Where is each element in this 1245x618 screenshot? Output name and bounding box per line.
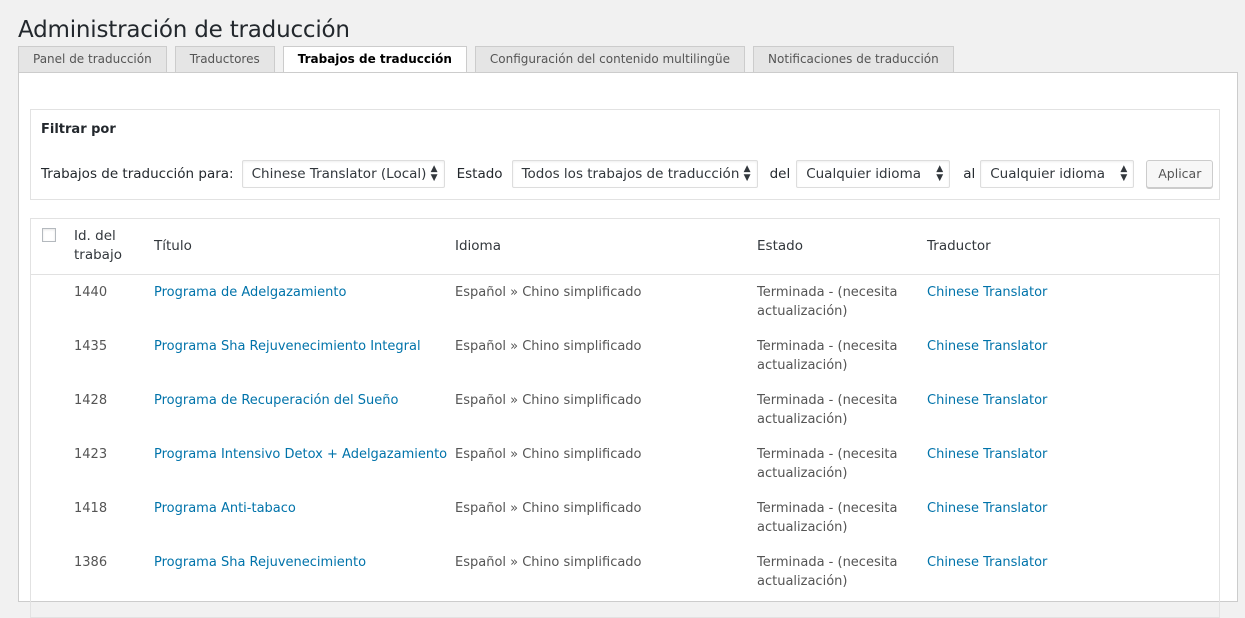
status-label: Estado bbox=[456, 166, 503, 182]
job-id: 1435 bbox=[74, 339, 108, 354]
job-status-line1: Terminada - (necesita bbox=[757, 285, 898, 300]
job-translator-link[interactable]: Chinese Translator bbox=[927, 391, 1047, 410]
jobs-for-label: Trabajos de traducción para: bbox=[41, 166, 234, 182]
header-job-id-line1: Id. del bbox=[74, 228, 116, 244]
job-language: Español » Chino simplificado bbox=[455, 501, 642, 516]
main-panel: Filtrar por Trabajos de traducción para:… bbox=[18, 72, 1238, 618]
job-id: 1386 bbox=[74, 555, 108, 570]
job-translator-link[interactable]: Chinese Translator bbox=[927, 445, 1047, 464]
job-status-line1: Terminada - (necesita bbox=[757, 393, 898, 408]
table-row: 1423 Programa Intensivo Detox + Adelgaza… bbox=[31, 445, 1219, 499]
job-translator-link[interactable]: Chinese Translator bbox=[927, 499, 1047, 518]
jobs-table: Id. del trabajo Título Idioma Estado Tra… bbox=[30, 218, 1220, 618]
tab-translators[interactable]: Traductores bbox=[174, 46, 275, 73]
header-language: Idioma bbox=[455, 238, 501, 254]
filter-box: Filtrar por Trabajos de traducción para:… bbox=[30, 109, 1220, 200]
table-row: 1428 Programa de Recuperación del Sueño … bbox=[31, 391, 1219, 445]
updown-arrows-icon: ▲ ▼ bbox=[1120, 164, 1128, 183]
table-row: 1386 Programa Sha Rejuvenecimiento Españ… bbox=[31, 553, 1219, 607]
job-language: Español » Chino simplificado bbox=[455, 447, 642, 462]
to-language-select[interactable]: Cualquier idioma ▲ ▼ bbox=[980, 160, 1135, 188]
job-status: Terminada - (necesita actualización) bbox=[757, 283, 897, 321]
job-status-line1: Terminada - (necesita bbox=[757, 447, 898, 462]
job-title-link[interactable]: Programa Anti-tabaco bbox=[154, 499, 296, 518]
from-language-select-value: Cualquier idioma bbox=[806, 166, 921, 182]
job-language: Español » Chino simplificado bbox=[455, 339, 642, 354]
job-status-line2: actualización) bbox=[757, 412, 848, 427]
translator-select[interactable]: Chinese Translator (Local) ▲ ▼ bbox=[241, 160, 445, 188]
apply-button[interactable]: Aplicar bbox=[1146, 160, 1214, 188]
status-select-value: Todos los trabajos de traducción bbox=[521, 166, 740, 182]
to-language-select-value: Cualquier idioma bbox=[990, 166, 1106, 182]
filter-row: Trabajos de traducción para: Chinese Tra… bbox=[41, 159, 1214, 189]
job-language: Español » Chino simplificado bbox=[455, 393, 642, 408]
tab-translation-notifications[interactable]: Notificaciones de traducción bbox=[753, 46, 954, 73]
job-id: 1423 bbox=[74, 447, 108, 462]
job-status-line2: actualización) bbox=[757, 358, 848, 373]
header-translator: Traductor bbox=[927, 238, 991, 254]
job-status: Terminada - (necesita actualización) bbox=[757, 553, 897, 591]
job-status: Terminada - (necesita actualización) bbox=[757, 337, 897, 375]
job-title-link[interactable]: Programa de Recuperación del Sueño bbox=[154, 391, 399, 410]
job-id: 1440 bbox=[74, 285, 108, 300]
updown-arrows-icon: ▲ ▼ bbox=[430, 164, 438, 183]
job-status: Terminada - (necesita actualización) bbox=[757, 391, 897, 429]
job-id: 1418 bbox=[74, 501, 108, 516]
job-status-line1: Terminada - (necesita bbox=[757, 555, 898, 570]
translator-select-value: Chinese Translator (Local) bbox=[251, 166, 427, 182]
job-status-line1: Terminada - (necesita bbox=[757, 501, 898, 516]
status-select[interactable]: Todos los trabajos de traducción ▲ ▼ bbox=[511, 160, 758, 188]
job-translator-link[interactable]: Chinese Translator bbox=[927, 553, 1047, 572]
table-row: 1435 Programa Sha Rejuvenecimiento Integ… bbox=[31, 337, 1219, 391]
from-language-label: del bbox=[769, 166, 791, 182]
tab-translation-jobs[interactable]: Trabajos de traducción bbox=[282, 46, 467, 74]
header-job-id-line2: trabajo bbox=[74, 247, 122, 263]
job-title-link[interactable]: Programa Sha Rejuvenecimiento Integral bbox=[154, 337, 421, 356]
job-translator-link[interactable]: Chinese Translator bbox=[927, 337, 1047, 356]
job-status-line2: actualización) bbox=[757, 520, 848, 535]
from-language-select[interactable]: Cualquier idioma ▲ ▼ bbox=[796, 160, 951, 188]
tab-multilingual-content-setup[interactable]: Configuración del contenido multilingüe bbox=[474, 46, 746, 73]
job-title-link[interactable]: Programa de Adelgazamiento bbox=[154, 283, 346, 302]
job-language: Español » Chino simplificado bbox=[455, 285, 642, 300]
table-header: Id. del trabajo Título Idioma Estado Tra… bbox=[31, 219, 1219, 275]
job-status: Terminada - (necesita actualización) bbox=[757, 499, 897, 537]
job-status-line1: Terminada - (necesita bbox=[757, 339, 898, 354]
updown-arrows-icon: ▲ ▼ bbox=[936, 164, 944, 183]
job-id: 1428 bbox=[74, 393, 108, 408]
job-status-line2: actualización) bbox=[757, 304, 848, 319]
header-job-id[interactable]: Id. del trabajo bbox=[74, 227, 122, 265]
to-language-label: al bbox=[963, 166, 976, 182]
header-title[interactable]: Título bbox=[154, 237, 192, 256]
header-status: Estado bbox=[757, 238, 803, 254]
table-row: 1418 Programa Anti-tabaco Español » Chin… bbox=[31, 499, 1219, 553]
job-status-line2: actualización) bbox=[757, 466, 848, 481]
tab-translation-dashboard[interactable]: Panel de traducción bbox=[18, 46, 167, 73]
tab-bar: Panel de traducción Traductores Trabajos… bbox=[18, 46, 954, 74]
job-title-link[interactable]: Programa Sha Rejuvenecimiento bbox=[154, 553, 366, 572]
job-status-line2: actualización) bbox=[757, 574, 848, 589]
job-language: Español » Chino simplificado bbox=[455, 555, 642, 570]
filter-title: Filtrar por bbox=[41, 122, 116, 137]
job-status: Terminada - (necesita actualización) bbox=[757, 445, 897, 483]
job-title-link[interactable]: Programa Intensivo Detox + Adelgazamient… bbox=[154, 445, 447, 464]
updown-arrows-icon: ▲ ▼ bbox=[743, 164, 751, 183]
page-title: Administración de traducción bbox=[18, 17, 350, 43]
select-all-checkbox[interactable] bbox=[42, 228, 56, 242]
job-translator-link[interactable]: Chinese Translator bbox=[927, 283, 1047, 302]
table-row: 1440 Programa de Adelgazamiento Español … bbox=[31, 283, 1219, 337]
